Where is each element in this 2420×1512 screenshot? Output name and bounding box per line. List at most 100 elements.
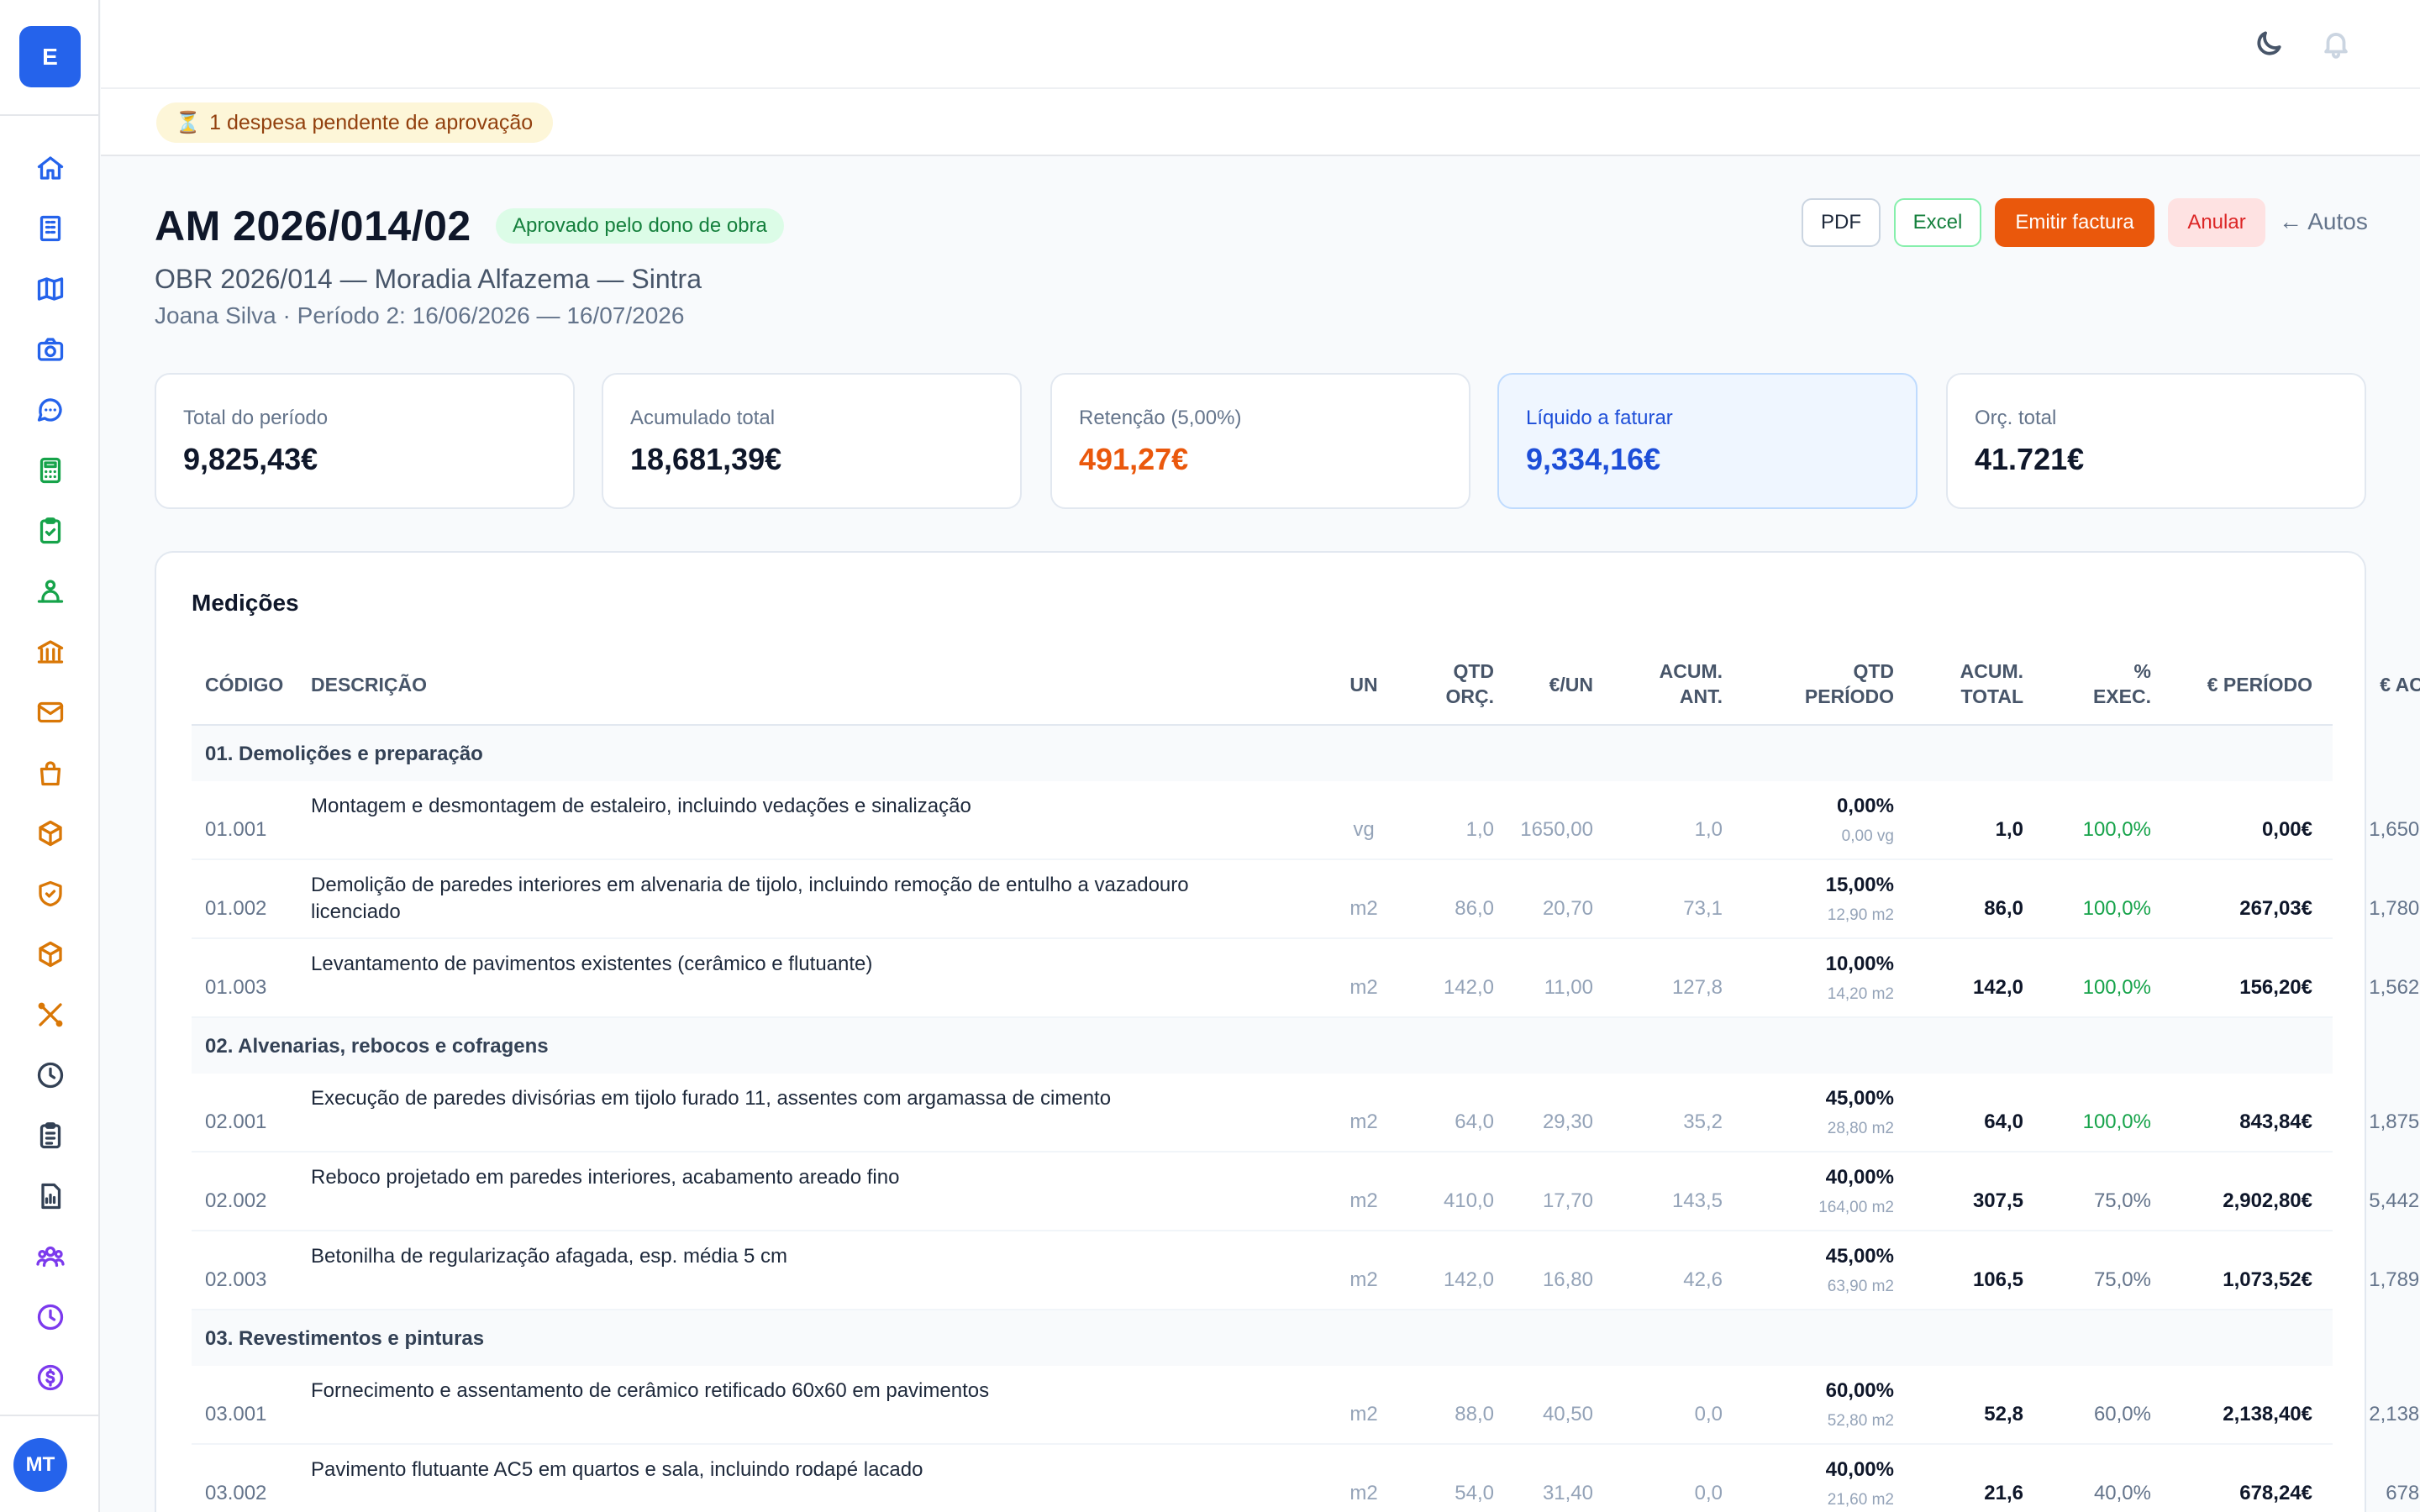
col-qtd-periodo: QTD PERÍODO <box>1746 659 1894 709</box>
cell-acum-ant: 0,0 <box>1694 1482 1723 1504</box>
excel-button[interactable]: Excel <box>1894 198 1981 247</box>
bell-icon <box>2324 33 2348 59</box>
brand-logo[interactable]: E <box>19 26 81 87</box>
cell-qtd-periodo: 15,00% <box>1825 874 1894 896</box>
cell-qtd-orc: 54,0 <box>1455 1482 1494 1504</box>
cell-qtd-periodo: 60,00% <box>1825 1379 1894 1402</box>
group-row: 02. Alvenarias, rebocos e cofragens <box>192 1018 2333 1074</box>
sidebar-nav <box>0 138 100 1408</box>
sidebar-item-tools[interactable] <box>0 984 100 1045</box>
cell-code: 01.003 <box>205 976 267 999</box>
cancel-button[interactable]: Anular <box>2168 198 2265 247</box>
cell-e-acum: 1,562,00€ <box>2369 976 2420 999</box>
stat-label: Total do período <box>183 407 329 429</box>
sidebar-item-chat[interactable] <box>0 380 100 440</box>
stat-card: Líquido a faturar 9,334,16€ <box>1497 373 1918 509</box>
table-row[interactable]: 01.003 Levantamento de pavimentos existen… <box>192 939 2420 1018</box>
cell-exec: 100,0% <box>2082 1110 2151 1133</box>
user-avatar[interactable]: MT <box>13 1438 67 1492</box>
cell-exec: 100,0% <box>2082 818 2151 841</box>
cell-description: Fornecimento e assentamento de cerâmico … <box>311 1379 990 1402</box>
map-icon <box>37 277 63 301</box>
cell-qtd-periodo: 0,00% <box>1836 795 1894 817</box>
brand-letter: E <box>42 43 58 70</box>
sidebar-item-team[interactable] <box>0 1226 100 1287</box>
sidebar-item-report[interactable] <box>0 1166 100 1226</box>
sidebar-item-dollar[interactable] <box>0 1347 100 1408</box>
home-icon <box>37 156 63 180</box>
shield-check-icon <box>38 880 62 907</box>
cube-icon <box>38 941 62 968</box>
sidebar-item-bag[interactable] <box>0 743 100 803</box>
group-label: 02. Alvenarias, rebocos e cofragens <box>205 1035 549 1058</box>
sidebar-item-clipboard-check[interactable] <box>0 501 100 561</box>
cell-qtd-orc: 142,0 <box>1443 976 1494 999</box>
pdf-button[interactable]: PDF <box>1802 198 1881 247</box>
table-row[interactable]: 03.002 Pavimento flutuante AC5 em quartos… <box>192 1445 2420 1512</box>
pending-expense-alert[interactable]: ⏳ 1 despesa pendente de aprovação <box>156 102 554 143</box>
sidebar-item-bank[interactable] <box>0 622 100 682</box>
table-row[interactable]: 01.002 Demolição de paredes interiores em… <box>192 860 2420 939</box>
stat-value: 491,27€ <box>1079 442 1189 476</box>
clipboard-list-icon <box>39 1122 60 1149</box>
sidebar-item-clock-alt[interactable] <box>0 1287 100 1347</box>
cell-exec: 75,0% <box>2093 1268 2151 1291</box>
cell-e-acum: 1,875,20€ <box>2369 1110 2420 1133</box>
table-row[interactable]: 02.002 Reboco projetado em paredes interi… <box>192 1152 2420 1231</box>
emit-invoice-button[interactable]: Emitir factura <box>1995 198 2154 247</box>
page-subtitle: OBR 2026/014 — Moradia Alfazema — Sintra <box>155 264 702 294</box>
team-icon <box>35 1246 65 1268</box>
sidebar-item-clipboard-list[interactable] <box>0 1105 100 1166</box>
cell-qtd-periodo: 10,00% <box>1825 953 1894 975</box>
sidebar-item-camera[interactable] <box>0 319 100 380</box>
mail-icon <box>37 701 63 723</box>
cell-unit: m2 <box>1349 1268 1378 1291</box>
cell-code: 03.002 <box>205 1482 267 1504</box>
dark-mode-toggle[interactable] <box>2252 27 2286 60</box>
sidebar-item-building[interactable] <box>0 198 100 259</box>
sidebar-item-shield-check[interactable] <box>0 864 100 924</box>
cell-acum-total: 1,0 <box>1995 818 2023 841</box>
sidebar-divider <box>0 114 100 116</box>
users-group-icon <box>37 580 63 603</box>
table-row[interactable]: 01.001 Montagem e desmontagem de estaleir… <box>192 781 2420 860</box>
sidebar-item-calculator[interactable] <box>0 440 100 501</box>
cell-qtd-orc: 1,0 <box>1465 818 1494 841</box>
sidebar-item-box[interactable] <box>0 803 100 864</box>
sidebar-item-users-group[interactable] <box>0 561 100 622</box>
cell-exec: 60,0% <box>2093 1403 2151 1425</box>
sidebar-item-cube[interactable] <box>0 924 100 984</box>
back-to-autos-link[interactable]: ← Autos <box>2279 208 2368 235</box>
page-title: AM 2026/014/02 <box>155 202 471 249</box>
stat-card: Retenção (5,00%) 491,27€ <box>1050 373 1470 509</box>
sidebar-item-home[interactable] <box>0 138 100 198</box>
table-row[interactable]: 03.001 Fornecimento e assentamento de cer… <box>192 1366 2420 1445</box>
cell-description: Betonilha de regularização afagada, esp.… <box>311 1245 788 1268</box>
sidebar-item-map[interactable] <box>0 259 100 319</box>
cell-code: 01.002 <box>205 897 267 920</box>
table-row[interactable]: 02.001 Execução de paredes divisórias em … <box>192 1074 2420 1152</box>
notifications-button[interactable] <box>2319 27 2353 60</box>
cell-qtd-periodo-sub: 164,00 m2 <box>1818 1199 1894 1216</box>
bank-icon <box>37 640 63 664</box>
sidebar-item-clock[interactable] <box>0 1045 100 1105</box>
user-initials: MT <box>25 1453 55 1476</box>
cell-qtd-periodo-sub: 0,00 vg <box>1841 827 1894 845</box>
stat-value: 9,334,16€ <box>1526 442 1661 476</box>
cell-unit: m2 <box>1349 897 1378 920</box>
stat-value: 9,825,43€ <box>183 442 318 476</box>
cell-qtd-periodo-sub: 21,60 m2 <box>1827 1491 1894 1509</box>
sidebar-item-mail[interactable] <box>0 682 100 743</box>
bag-icon <box>39 761 60 786</box>
col-acum-total-line2: TOTAL <box>1960 685 2023 707</box>
cell-acum-total: 64,0 <box>1984 1110 2023 1133</box>
cell-qtd-periodo-sub: 63,90 m2 <box>1827 1278 1894 1295</box>
col-acum-total: ACUM. TOTAL <box>1906 659 2023 709</box>
cell-exec: 75,0% <box>2093 1189 2151 1212</box>
cell-acum-ant: 73,1 <box>1683 897 1723 920</box>
cell-exec: 100,0% <box>2082 976 2151 999</box>
dollar-icon <box>37 1364 63 1391</box>
group-label: 03. Revestimentos e pinturas <box>205 1327 485 1350</box>
table-row[interactable]: 02.003 Betonilha de regularização afagada… <box>192 1231 2420 1310</box>
cell-acum-ant: 0,0 <box>1694 1403 1723 1425</box>
